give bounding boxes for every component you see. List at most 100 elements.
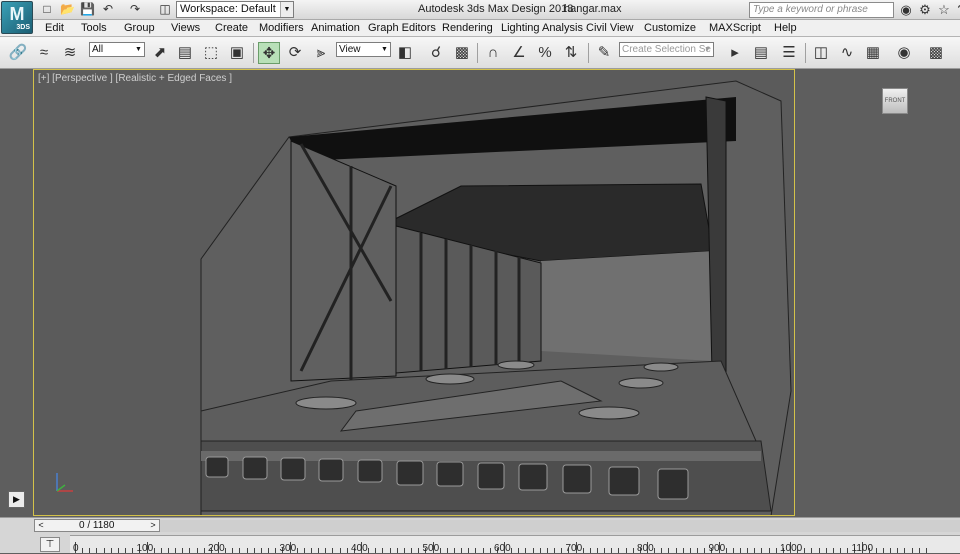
keyboard-shortcut-icon[interactable]: ▩: [451, 42, 473, 64]
render-setup-icon[interactable]: ▩: [925, 42, 947, 64]
ruler-minor-tick: [418, 548, 420, 553]
timeline-bar: < 0 / 1180 > ⊤ 0 100 200 300 400 500 600 700 800…: [0, 517, 960, 554]
ruler-label: 900: [708, 543, 726, 554]
select-and-move-icon[interactable]: ✥: [258, 42, 280, 64]
viewcube[interactable]: FRONT: [882, 88, 908, 114]
percent-snap-icon[interactable]: %: [534, 42, 556, 64]
snaps-toggle-icon[interactable]: ∩: [482, 42, 504, 64]
save-file-icon[interactable]: 💾: [80, 2, 95, 16]
reference-coordinate-dropdown[interactable]: View ▼: [336, 42, 391, 57]
chevron-left-icon[interactable]: <: [36, 520, 46, 531]
layer-manager-icon[interactable]: ☰: [778, 42, 800, 64]
ruler-minor-tick: [253, 548, 255, 553]
mirror-icon[interactable]: ▸: [724, 42, 746, 64]
open-file-icon[interactable]: 📂: [60, 2, 75, 16]
ruler-minor-tick: [625, 548, 627, 553]
schematic-view-icon[interactable]: ▦: [862, 42, 884, 64]
ruler-minor-tick: [396, 548, 398, 553]
menu-edit[interactable]: Edit: [45, 21, 64, 36]
ruler-minor-tick: [618, 548, 620, 553]
left-panel: [0, 69, 33, 517]
ruler-minor-tick: [203, 548, 205, 553]
menu-bar: Edit Tools Group Views Create Modifiers …: [0, 20, 960, 37]
material-editor-icon[interactable]: ◉: [893, 42, 915, 64]
menu-customize[interactable]: Customize: [644, 21, 696, 36]
star-icon[interactable]: ☆: [936, 2, 952, 18]
menu-views[interactable]: Views: [171, 21, 200, 36]
ruler-minor-tick: [825, 548, 827, 553]
viewport-label[interactable]: [+] [Perspective ] [Realistic + Edged Fa…: [38, 73, 232, 84]
new-file-icon[interactable]: □: [40, 2, 54, 16]
selection-filter-dropdown[interactable]: All ▼: [89, 42, 145, 57]
perspective-viewport[interactable]: [+] [Perspective ] [Realistic + Edged Fa…: [33, 69, 795, 516]
app-logo[interactable]: M 3DS: [1, 1, 33, 34]
binoculars-icon[interactable]: ◉: [898, 2, 914, 18]
ruler-minor-tick: [511, 548, 513, 553]
menu-graph-editors[interactable]: Graph Editors: [368, 21, 436, 36]
ruler-label: 500: [422, 543, 440, 554]
ruler-minor-tick: [546, 548, 548, 553]
ruler-minor-tick: [403, 548, 405, 553]
spinner-snap-icon[interactable]: ⇅: [560, 42, 582, 64]
trackbar-ruler[interactable]: 0 100 200 300 400 500 600 700 800 900 1000 1100: [70, 535, 960, 554]
time-slider[interactable]: < 0 / 1180 >: [34, 519, 160, 532]
menu-civil-view[interactable]: Civil View: [586, 21, 633, 36]
select-and-link-icon[interactable]: 🔗: [7, 42, 29, 64]
menu-modifiers[interactable]: Modifiers: [259, 21, 304, 36]
ruler-minor-tick: [732, 548, 734, 553]
window-crossing-icon[interactable]: ▣: [226, 42, 248, 64]
unlink-icon[interactable]: ≈: [33, 42, 55, 64]
key-filters-icon[interactable]: ⊤: [40, 537, 60, 552]
ruler-label: 1100: [851, 543, 874, 554]
menu-tools[interactable]: Tools: [81, 21, 107, 36]
ruler-minor-tick: [475, 548, 477, 553]
project-folder-icon[interactable]: ◫: [158, 2, 172, 16]
menu-lighting-analysis[interactable]: Lighting Analysis: [501, 21, 583, 36]
time-slider-track[interactable]: [160, 520, 960, 532]
menu-group[interactable]: Group: [124, 21, 155, 36]
chevron-down-icon: ▼: [135, 46, 142, 53]
search-input[interactable]: Type a keyword or phrase: [749, 2, 894, 18]
ruler-minor-tick: [461, 548, 463, 553]
curve-editor-icon[interactable]: ∿: [836, 42, 858, 64]
ruler-minor-tick: [675, 548, 677, 553]
pivot-center-icon[interactable]: ◧: [394, 42, 416, 64]
select-and-rotate-icon[interactable]: ⟳: [284, 42, 306, 64]
ruler-minor-tick: [125, 548, 127, 553]
menu-create[interactable]: Create: [215, 21, 248, 36]
ruler-minor-tick: [654, 548, 656, 553]
ruler-minor-tick: [346, 548, 348, 553]
ruler-minor-tick: [539, 548, 541, 553]
named-selection-dropdown[interactable]: Create Selection Se ▼: [619, 42, 714, 57]
logo-text: 3DS: [16, 24, 30, 31]
scene-explorer-icon[interactable]: ◫: [810, 42, 832, 64]
bind-space-warp-icon[interactable]: ≋: [59, 42, 81, 64]
menu-rendering[interactable]: Rendering: [442, 21, 493, 36]
workspace-dropdown[interactable]: Workspace: Default ▼: [176, 1, 294, 18]
ruler-minor-tick: [339, 548, 341, 553]
select-by-name-icon[interactable]: ▤: [174, 42, 196, 64]
menu-help[interactable]: Help: [774, 21, 797, 36]
toolbar-separator: [588, 43, 589, 63]
named-selection-placeholder: Create Selection Se: [622, 44, 711, 55]
play-animation-button[interactable]: ▶: [8, 491, 25, 508]
angle-snap-icon[interactable]: ∠: [508, 42, 530, 64]
manipulate-icon[interactable]: ☌: [425, 42, 447, 64]
menu-animation[interactable]: Animation: [311, 21, 360, 36]
align-icon[interactable]: ▤: [750, 42, 772, 64]
undo-icon[interactable]: ↶: [101, 2, 115, 16]
ruler-minor-tick: [117, 548, 119, 553]
rectangular-selection-icon[interactable]: ⬚: [200, 42, 222, 64]
edit-named-selection-icon[interactable]: ✎: [593, 42, 615, 64]
redo-icon[interactable]: ↷: [128, 2, 142, 16]
chevron-right-icon[interactable]: >: [148, 520, 158, 531]
ruler-label: 400: [351, 543, 368, 554]
tools-icon[interactable]: ⚙: [917, 2, 933, 18]
menu-maxscript[interactable]: MAXScript: [709, 21, 761, 36]
help-icon[interactable]: ?: [953, 2, 960, 18]
ruler-minor-tick: [832, 548, 834, 553]
ruler-minor-tick: [389, 548, 391, 553]
select-and-scale-icon[interactable]: ⫸: [310, 42, 332, 64]
select-object-icon[interactable]: ⬈: [149, 42, 171, 64]
ruler-minor-tick: [332, 548, 334, 553]
